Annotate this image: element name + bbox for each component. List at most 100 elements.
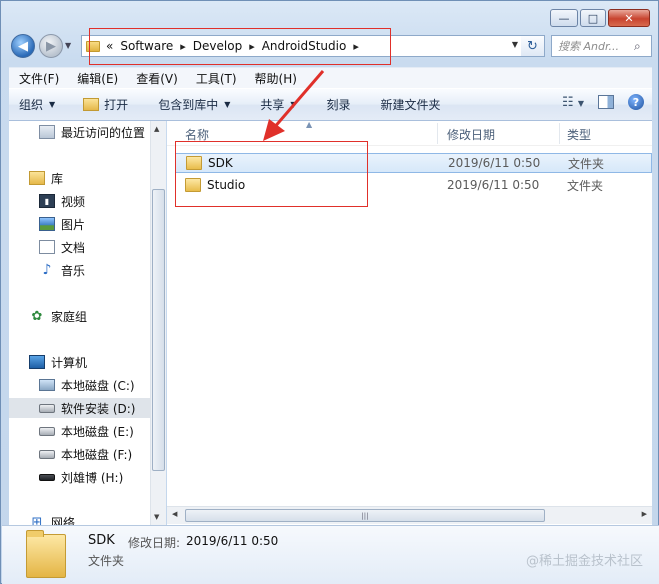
column-header-modified[interactable]: 修改日期 [447, 126, 495, 143]
breadcrumb-software[interactable]: Software [120, 39, 173, 53]
include-in-library-label: 包含到库中 [158, 98, 219, 112]
nav-pane-scrollbar[interactable]: ▲ ▼ [150, 121, 166, 525]
file-row-studio[interactable]: Studio 2019/6/11 0:50 文件夹 [175, 175, 652, 195]
scroll-up-icon[interactable]: ▲ [154, 125, 159, 133]
nav-item-pictures[interactable]: 图片 [39, 214, 85, 234]
nav-label: 刘雄博 (H:) [61, 470, 124, 485]
toolbar-right-group: ☷ ▼ ? [562, 94, 644, 110]
column-divider[interactable] [559, 123, 560, 144]
forward-button[interactable]: ▶ [39, 34, 63, 58]
back-arrow-icon: ◀ [18, 38, 28, 54]
menu-edit[interactable]: 编辑(E) [67, 70, 126, 87]
nav-item-libraries[interactable]: 库 [29, 168, 63, 188]
preview-pane-icon[interactable] [598, 95, 614, 109]
chevron-down-icon: ▼ [224, 100, 231, 109]
breadcrumb-androidstudio[interactable]: AndroidStudio [262, 39, 347, 53]
folder-icon [26, 530, 66, 578]
file-pane-horizontal-scrollbar[interactable]: ◀ ||| ▶ [167, 506, 652, 524]
address-dropdown-icon[interactable]: ▼ [512, 40, 518, 49]
address-bar[interactable]: « Software ▸ Develop ▸ AndroidStudio ▸ ▼ [81, 35, 523, 57]
nav-label: 家庭组 [51, 309, 88, 324]
scroll-down-icon[interactable]: ▼ [154, 513, 159, 521]
window-controls: — □ ✕ [550, 9, 650, 27]
new-folder-button[interactable]: 新建文件夹 [381, 96, 441, 113]
refresh-icon: ↻ [527, 38, 538, 54]
chevron-down-icon: ▼ [49, 100, 56, 109]
command-toolbar: 组织 ▼ 打开 包含到库中 ▼ 共享 ▼ 刻录 新建文件夹 ☷ ▼ ? [9, 88, 652, 121]
help-icon[interactable]: ? [628, 94, 644, 110]
nav-item-music[interactable]: ♪ 音乐 [39, 260, 85, 280]
open-button[interactable]: 打开 [83, 96, 128, 113]
search-box[interactable]: ⌕ [551, 35, 652, 57]
nav-label: 库 [51, 171, 64, 186]
menu-file[interactable]: 文件(F) [9, 70, 67, 87]
breadcrumb-overflow[interactable]: « [106, 39, 113, 53]
nav-item-recent[interactable]: 最近访问的位置 [39, 122, 145, 142]
breadcrumb-separator-icon[interactable]: ▸ [353, 40, 359, 53]
nav-item-drive-c[interactable]: 本地磁盘 (C:) [39, 375, 135, 395]
file-name: SDK [208, 156, 233, 170]
share-label: 共享 [260, 98, 285, 112]
close-button[interactable]: ✕ [608, 9, 650, 27]
menu-view[interactable]: 查看(V) [126, 70, 186, 87]
column-header-type[interactable]: 类型 [567, 126, 591, 143]
document-icon [39, 240, 55, 254]
network-icon: ⊞ [31, 514, 43, 526]
menu-help[interactable]: 帮助(H) [245, 70, 305, 87]
search-icon[interactable]: ⌕ [634, 39, 641, 54]
menu-bar: 文件(F) 编辑(E) 查看(V) 工具(T) 帮助(H) [9, 67, 652, 88]
nav-item-videos[interactable]: ▮ 视频 [39, 191, 85, 211]
nav-item-drive-f[interactable]: 本地磁盘 (F:) [39, 444, 132, 464]
scrollbar-thumb[interactable] [152, 189, 165, 471]
nav-item-drive-d[interactable]: 软件安装 (D:) [9, 398, 151, 418]
nav-label: 图片 [61, 217, 86, 232]
nav-item-network[interactable]: ⊞ 网络 [29, 512, 75, 526]
maximize-button[interactable]: □ [580, 9, 606, 27]
column-header-name[interactable]: 名称 [185, 126, 209, 143]
nav-item-homegroup[interactable]: ✿ 家庭组 [29, 306, 87, 326]
nav-label: 计算机 [51, 355, 88, 370]
column-divider[interactable] [437, 123, 438, 144]
breadcrumb-develop[interactable]: Develop [193, 39, 242, 53]
homegroup-icon: ✿ [31, 308, 43, 324]
new-folder-label: 新建文件夹 [380, 98, 441, 112]
navigation-pane: 最近访问的位置 库 ▮ 视频 图片 文档 ♪ 音乐 ✿ 家庭组 计算机 本地磁盘 (C… [9, 121, 166, 525]
nav-item-drive-e[interactable]: 本地磁盘 (E:) [39, 421, 134, 441]
share-button[interactable]: 共享 ▼ [260, 96, 296, 113]
include-in-library-button[interactable]: 包含到库中 ▼ [158, 96, 230, 113]
scroll-right-icon[interactable]: ▶ [642, 510, 647, 518]
recent-pages-dropdown[interactable]: ▼ [65, 41, 71, 50]
nav-label: 文档 [61, 240, 86, 255]
drive-icon [39, 449, 55, 459]
breadcrumb-separator-icon[interactable]: ▸ [180, 40, 186, 53]
file-row-sdk[interactable]: SDK 2019/6/11 0:50 文件夹 [175, 153, 652, 173]
file-modified: 2019/6/11 0:50 [447, 178, 540, 192]
breadcrumb-separator-icon[interactable]: ▸ [249, 40, 255, 53]
refresh-button[interactable]: ↻ [521, 35, 545, 57]
nav-label: 本地磁盘 (F:) [61, 447, 133, 462]
scroll-left-icon[interactable]: ◀ [172, 510, 177, 518]
change-view-icon[interactable]: ☷ ▼ [562, 95, 584, 110]
nav-item-computer[interactable]: 计算机 [29, 352, 87, 372]
search-input[interactable] [558, 39, 632, 53]
back-button[interactable]: ◀ [11, 34, 35, 58]
menu-tools[interactable]: 工具(T) [186, 70, 245, 87]
scrollbar-thumb[interactable]: ||| [185, 509, 545, 522]
file-modified: 2019/6/11 0:50 [448, 156, 541, 170]
computer-icon [29, 355, 45, 369]
navigation-row: ◀ ▶ ▼ « Software ▸ Develop ▸ AndroidStud… [9, 31, 652, 61]
folder-icon [86, 40, 100, 52]
system-drive-icon [39, 379, 55, 391]
open-folder-icon [83, 98, 100, 111]
details-modified-label: 修改日期: [128, 536, 181, 550]
organize-button[interactable]: 组织 ▼ [19, 96, 55, 113]
folder-icon [185, 178, 201, 192]
organize-label: 组织 [19, 98, 44, 112]
nav-item-drive-h[interactable]: 刘雄博 (H:) [39, 467, 123, 487]
burn-button[interactable]: 刻录 [327, 96, 351, 113]
music-note-icon: ♪ [42, 262, 52, 278]
minimize-button[interactable]: — [550, 9, 578, 27]
nav-item-documents[interactable]: 文档 [39, 237, 85, 257]
details-pane: SDK 修改日期: 2019/6/11 0:50 文件夹 @稀土掘金技术社区 [2, 525, 659, 584]
video-icon: ▮ [39, 194, 55, 208]
